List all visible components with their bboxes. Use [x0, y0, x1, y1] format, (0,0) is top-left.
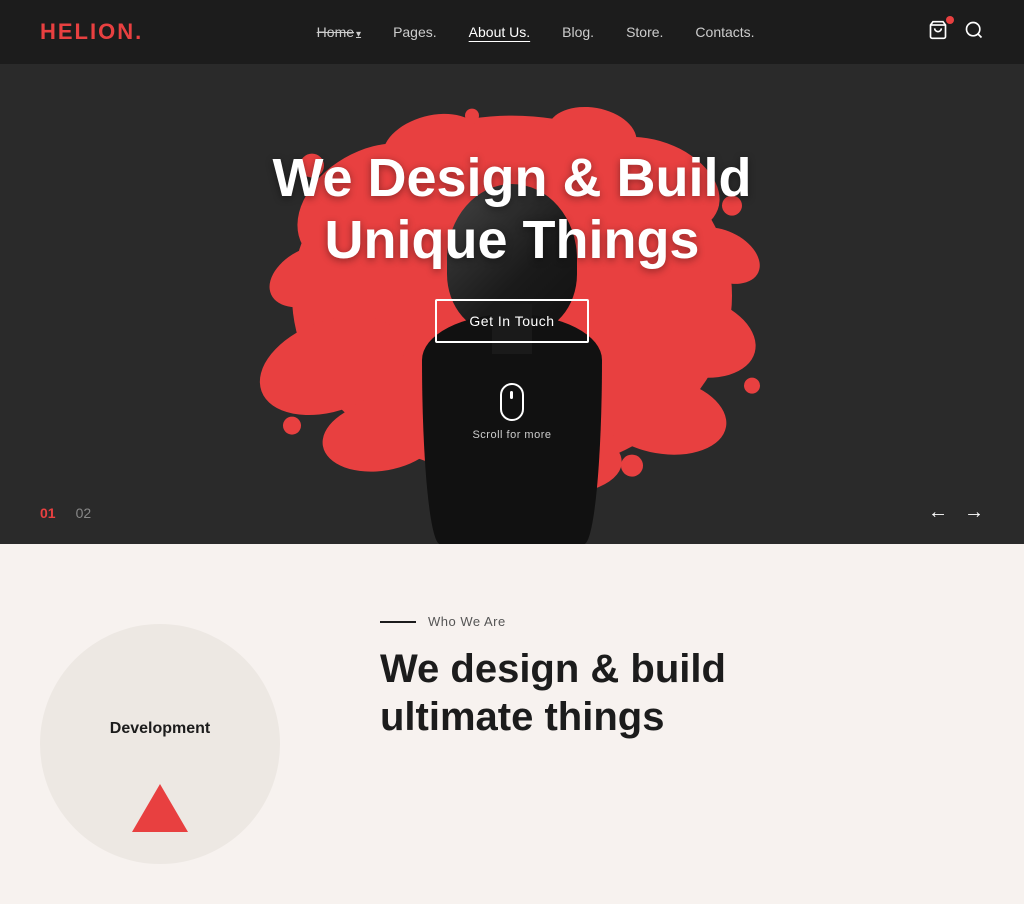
- dev-triangle: [132, 784, 188, 832]
- hero-content: We Design & Build Unique Things Get In T…: [272, 147, 751, 441]
- dev-label: Development: [110, 720, 210, 738]
- section-title: We design & build ultimate things: [380, 645, 984, 741]
- logo-text: HELION: [40, 19, 135, 44]
- site-header: HELION. Home▾ Pages. About Us. Blog. Sto…: [0, 0, 1024, 64]
- hero-title-line1: We Design & Build: [272, 148, 751, 208]
- hero-bottom-bar: 01 02 ← →: [0, 501, 1024, 524]
- dev-circle: Development: [40, 624, 280, 864]
- cart-button[interactable]: [928, 20, 948, 45]
- nav-contacts[interactable]: Contacts.: [695, 24, 754, 40]
- scroll-label: Scroll for more: [472, 429, 551, 441]
- nav-about[interactable]: About Us.: [469, 24, 530, 40]
- logo: HELION.: [40, 19, 143, 45]
- main-nav: Home▾ Pages. About Us. Blog. Store. Cont…: [317, 24, 755, 40]
- scroll-indicator: Scroll for more: [272, 383, 751, 441]
- nav-store[interactable]: Store.: [626, 24, 663, 40]
- eyebrow-text: Who We Are: [428, 614, 506, 629]
- hero-title: We Design & Build Unique Things: [272, 147, 751, 271]
- mouse-icon: [500, 383, 524, 421]
- nav-blog[interactable]: Blog.: [562, 24, 594, 40]
- mouse-wheel: [510, 391, 513, 399]
- section-eyebrow: Who We Are: [380, 614, 984, 629]
- cta-button[interactable]: Get In Touch: [435, 299, 588, 343]
- hero-section: We Design & Build Unique Things Get In T…: [0, 64, 1024, 544]
- header-icons: [928, 20, 984, 45]
- below-hero-section: Development Who We Are We design & build…: [0, 544, 1024, 904]
- section-title-line2: ultimate things: [380, 695, 664, 739]
- search-button[interactable]: [964, 20, 984, 45]
- nav-pages[interactable]: Pages.: [393, 24, 437, 40]
- slide-arrows: ← →: [928, 501, 984, 524]
- cart-badge: [946, 16, 954, 24]
- slide-num-inactive: 02: [76, 505, 92, 521]
- prev-slide-button[interactable]: ←: [928, 501, 948, 524]
- who-we-are: Who We Are We design & build ultimate th…: [380, 604, 984, 741]
- logo-dot: .: [135, 19, 143, 44]
- next-slide-button[interactable]: →: [964, 501, 984, 524]
- hero-title-line2: Unique Things: [325, 210, 700, 270]
- slide-numbers: 01 02: [40, 505, 91, 521]
- dev-circle-container: Development: [40, 604, 320, 864]
- nav-home[interactable]: Home▾: [317, 24, 361, 40]
- section-title-line1: We design & build: [380, 647, 726, 691]
- slide-num-active: 01: [40, 505, 56, 521]
- eyebrow-line: [380, 621, 416, 623]
